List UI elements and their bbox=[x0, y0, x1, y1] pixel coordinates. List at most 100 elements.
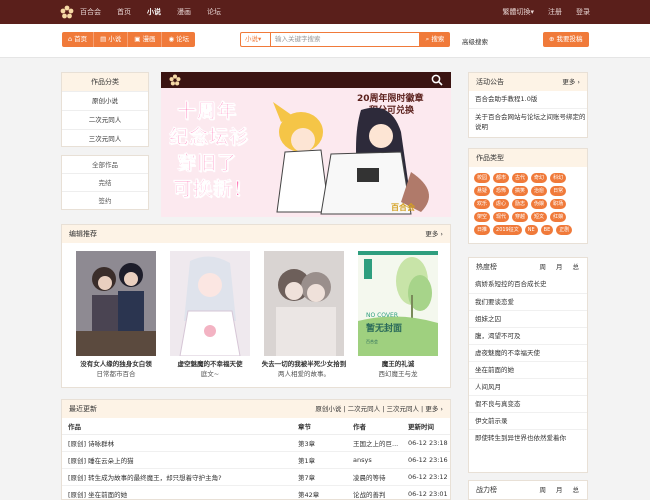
nav-item-forum[interactable]: 论坛 bbox=[207, 7, 221, 17]
book-cover-4[interactable]: NO COVER 暂无封面 百合会 bbox=[358, 251, 438, 356]
type-tag[interactable]: 奇幻 bbox=[531, 173, 548, 183]
book-title-3[interactable]: 失去一切的我被半死少女拾到 bbox=[259, 358, 349, 368]
notice-item-2[interactable]: 关于百合会网站与论坛之间账号绑定的说明 bbox=[469, 108, 587, 132]
list-item[interactable]: 虚夜魅魔的不幸福天使 bbox=[469, 344, 587, 361]
search-input[interactable]: 输入关键字搜索 bbox=[270, 32, 420, 47]
pill-home[interactable]: ⌂ 首页 bbox=[62, 32, 95, 47]
table-row[interactable]: [原创] 诗咏群林 第3章 王国之上的巨... 06-12 23:18 bbox=[62, 434, 450, 452]
list-item[interactable]: 即使转生到异世界也依然爱着你 bbox=[469, 429, 587, 446]
row-author[interactable]: 凌晨的等待 bbox=[347, 468, 402, 486]
type-tag[interactable]: 日推 bbox=[474, 225, 491, 235]
filter-signed[interactable]: 签约 bbox=[62, 192, 148, 210]
table-row[interactable]: [原创] 坐在前面的她 第42章 论战的善判 06-12 23:01 bbox=[62, 485, 450, 500]
list-item[interactable]: 假不良与真变态 bbox=[469, 395, 587, 412]
category-acg-fanfic[interactable]: 二次元同人 bbox=[62, 110, 148, 129]
type-tag[interactable]: 短文 bbox=[531, 212, 548, 222]
notice-item-1[interactable]: 百合会助手教程1.0版 bbox=[469, 91, 587, 108]
row-author[interactable]: ansys bbox=[347, 451, 402, 469]
list-item[interactable]: 坐在前面的她 bbox=[469, 361, 587, 378]
book-cover-1[interactable] bbox=[76, 251, 156, 356]
book-title-2[interactable]: 虚空魅魔的不幸福天使 bbox=[165, 358, 255, 368]
type-tag[interactable]: BE bbox=[540, 225, 554, 235]
type-tag[interactable]: 励志 bbox=[512, 199, 529, 209]
category-original[interactable]: 原创小说 bbox=[62, 91, 148, 110]
notice-more[interactable]: 更多 › bbox=[562, 73, 580, 91]
row-chapter[interactable]: 第3章 bbox=[292, 434, 347, 452]
type-tag[interactable]: 都市 bbox=[493, 173, 510, 183]
table-row[interactable]: [原创] 转生成为故事的最终魔王，却只想着守护主角? 第7章 凌晨的等待 06-… bbox=[62, 468, 450, 486]
editor-picks-more[interactable]: 更多 › bbox=[425, 225, 443, 243]
row-work[interactable]: [原创] 转生成为故事的最终魔王，却只想着守护主角? bbox=[62, 468, 292, 486]
row-chapter[interactable]: 第42章 bbox=[292, 485, 347, 500]
type-tag[interactable]: 悬疑 bbox=[474, 186, 491, 196]
login-link[interactable]: 登录 bbox=[576, 7, 590, 17]
advanced-search-link[interactable]: 高级搜索 bbox=[462, 36, 488, 46]
list-item[interactable]: 我们要谈恋爱 bbox=[469, 293, 587, 310]
type-tag[interactable]: 科幻 bbox=[550, 173, 567, 183]
pill-forum[interactable]: ◉ 论坛 bbox=[162, 32, 196, 47]
type-tag[interactable]: 欢乐 bbox=[474, 199, 491, 209]
latest-filter-real[interactable]: 三次元同人 bbox=[386, 405, 419, 413]
type-tag[interactable]: 职场 bbox=[550, 199, 567, 209]
book-title-4[interactable]: 魔王的礼诚 bbox=[353, 358, 443, 368]
list-item[interactable]: 病娇系短控的百合成长史 bbox=[469, 276, 587, 293]
tab-month[interactable]: 月 bbox=[556, 481, 563, 499]
filter-completed[interactable]: 完结 bbox=[62, 174, 148, 192]
list-item[interactable]: 腹，渴望不可及 bbox=[469, 327, 587, 344]
type-tag[interactable]: 校园 bbox=[474, 173, 491, 183]
category-real-fanfic[interactable]: 三次元同人 bbox=[62, 129, 148, 148]
type-tag[interactable]: 虐心 bbox=[493, 199, 510, 209]
row-work[interactable]: [原创] 睡在云朵上的猫 bbox=[62, 451, 292, 469]
nav-brand[interactable]: 百合会 bbox=[80, 7, 101, 17]
list-item[interactable]: 姐妹之囚 bbox=[469, 310, 587, 327]
latest-filter-acg[interactable]: 二次元同人 bbox=[348, 405, 381, 413]
tab-total[interactable]: 总 bbox=[573, 481, 580, 499]
type-tag[interactable]: 治愈 bbox=[531, 186, 548, 196]
type-tag[interactable]: 伪娘 bbox=[531, 199, 548, 209]
type-tag[interactable]: NE bbox=[524, 225, 538, 235]
latest-filter-original[interactable]: 原创小说 bbox=[315, 405, 341, 413]
list-item[interactable]: 人间风月 bbox=[469, 378, 587, 395]
row-author[interactable]: 王国之上的巨... bbox=[347, 434, 402, 452]
type-tag[interactable]: 架空 bbox=[474, 212, 491, 222]
type-tag[interactable]: 2019征文 bbox=[493, 225, 522, 235]
submit-work-button[interactable]: ⊕ 我要投稿 bbox=[543, 32, 589, 47]
type-tag[interactable]: 搞笑 bbox=[512, 186, 529, 196]
pill-novel[interactable]: ▤ 小说 bbox=[94, 32, 129, 47]
book-cover-3[interactable] bbox=[264, 251, 344, 356]
flower-logo-icon[interactable] bbox=[60, 5, 74, 19]
search-button[interactable]: ⌕ 搜索 bbox=[420, 32, 450, 47]
type-tag[interactable]: 正剧 bbox=[556, 225, 573, 235]
type-tag[interactable]: 日常 bbox=[550, 186, 567, 196]
type-tag[interactable]: 现代 bbox=[493, 212, 510, 222]
tab-total[interactable]: 总 bbox=[573, 258, 580, 276]
row-chapter[interactable]: 第1章 bbox=[292, 451, 347, 469]
filter-all[interactable]: 全部作品 bbox=[62, 156, 148, 174]
table-row[interactable]: [原创] 睡在云朵上的猫 第1章 ansys 06-12 23:16 bbox=[62, 451, 450, 469]
row-author[interactable]: 论战的善判 bbox=[347, 485, 402, 500]
book-cover-2[interactable] bbox=[170, 251, 250, 356]
tab-month[interactable]: 月 bbox=[556, 258, 563, 276]
type-tag[interactable]: 红娘 bbox=[550, 212, 567, 222]
row-work[interactable]: [原创] 坐在前面的她 bbox=[62, 485, 292, 500]
list-item[interactable]: 伊文前示录 bbox=[469, 412, 587, 429]
language-switch[interactable]: 繁體切換▾ bbox=[502, 7, 534, 17]
search-scope-select[interactable]: 小说▾ bbox=[240, 32, 270, 47]
pill-comic[interactable]: ▣ 漫画 bbox=[128, 32, 163, 47]
book-title-1[interactable]: 没有女人缘的独身女白领 bbox=[71, 358, 161, 368]
nav-item-home[interactable]: 首页 bbox=[117, 7, 131, 17]
nav-item-comic[interactable]: 漫画 bbox=[177, 7, 191, 17]
nav-item-novel[interactable]: 小说 bbox=[147, 7, 161, 17]
type-tag[interactable]: 恐怖 bbox=[493, 186, 510, 196]
promo-banner[interactable]: 十周年 纪念坛衫 穿旧了 可换新！ 20周年限时徽章 积分可兑换 百合会 bbox=[161, 72, 451, 217]
type-tag[interactable]: 穿越 bbox=[512, 212, 529, 222]
latest-more[interactable]: 更多 › bbox=[425, 405, 443, 413]
search-icon[interactable] bbox=[431, 74, 443, 86]
register-link[interactable]: 注册 bbox=[548, 7, 562, 17]
tab-week[interactable]: 周 bbox=[540, 258, 547, 276]
row-work[interactable]: [原创] 诗咏群林 bbox=[62, 434, 292, 452]
no-cover-brand: 百合会 bbox=[366, 338, 378, 344]
tab-week[interactable]: 周 bbox=[540, 481, 547, 499]
row-chapter[interactable]: 第7章 bbox=[292, 468, 347, 486]
type-tag[interactable]: 古代 bbox=[512, 173, 529, 183]
